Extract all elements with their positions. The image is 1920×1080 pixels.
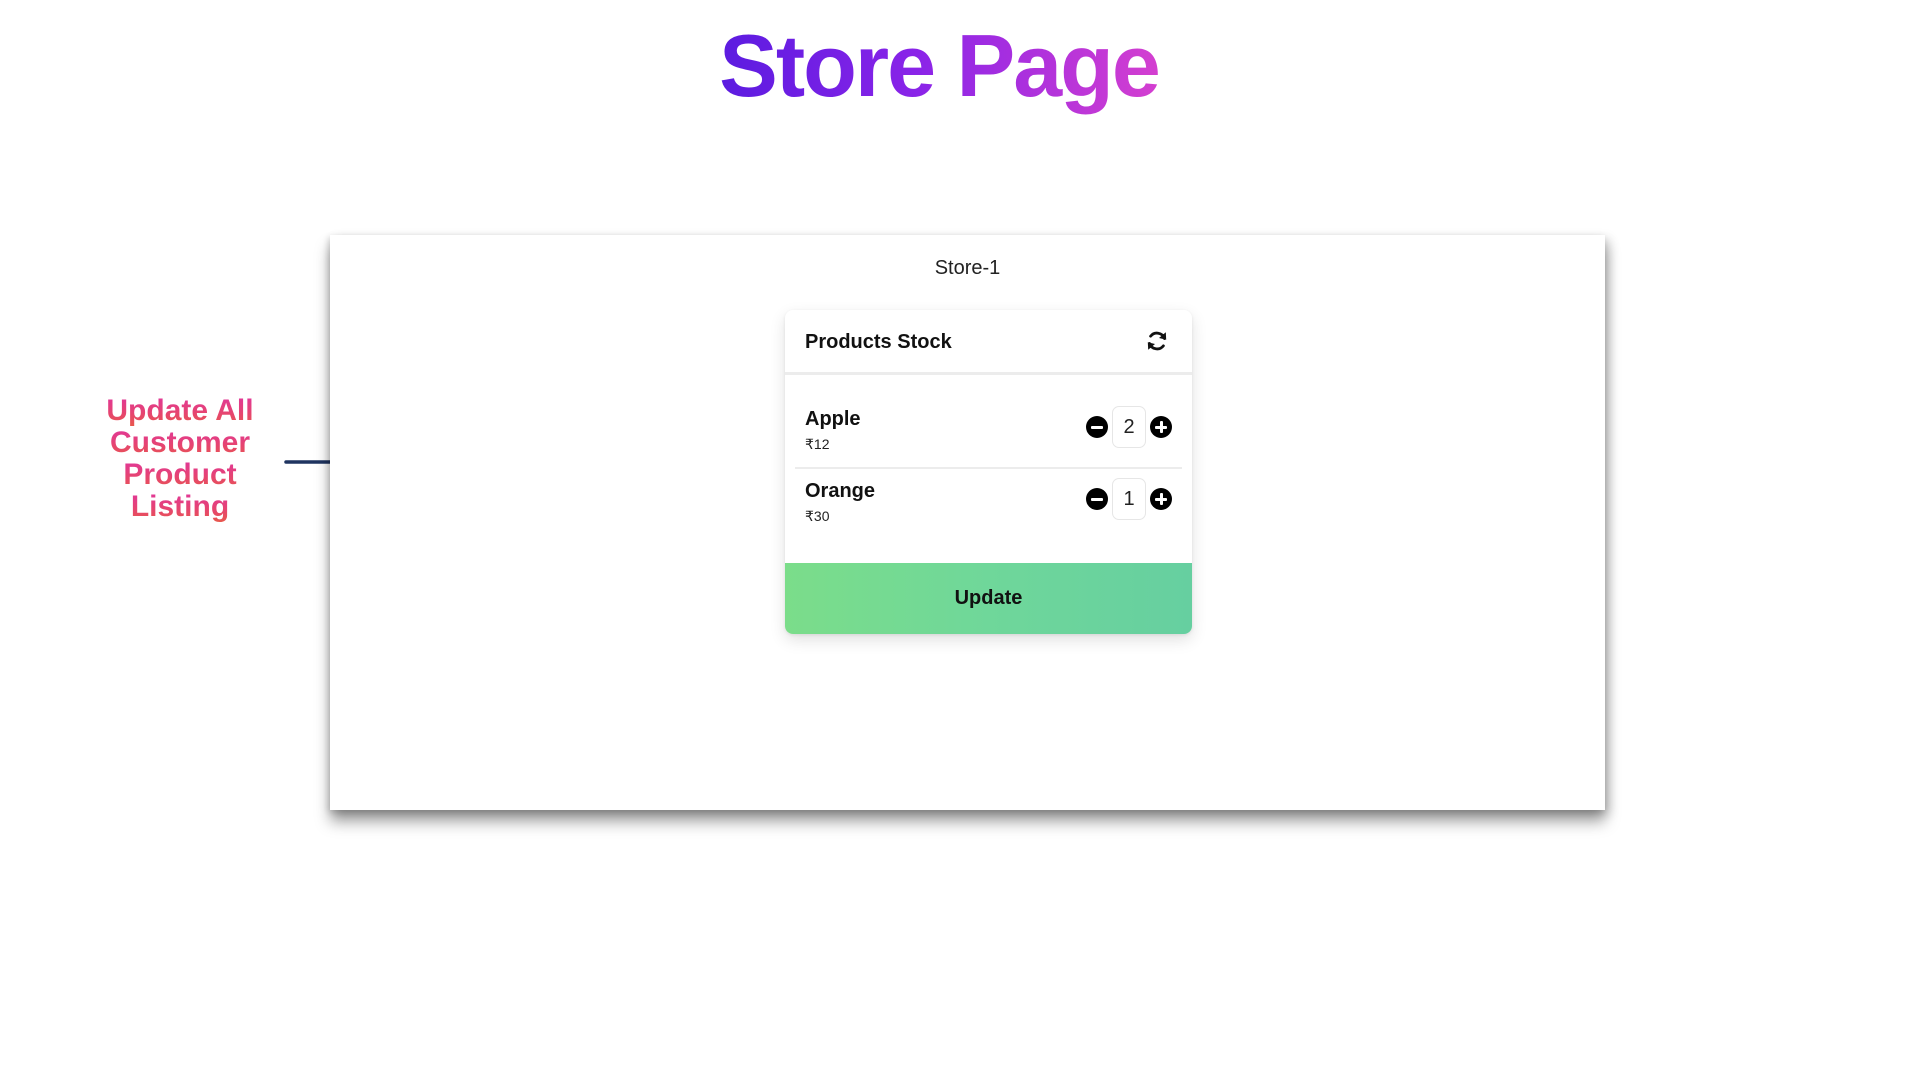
- decrement-button[interactable]: [1086, 488, 1108, 510]
- annotation-label: Update All Customer Product Listing: [106, 394, 254, 523]
- product-row-orange: Orange ₹30 1: [795, 467, 1182, 541]
- products-stock-card: Products Stock Apple ₹12 2 Orange ₹30 1 …: [785, 310, 1192, 634]
- slide-title-text: Store Page: [719, 16, 1161, 115]
- annotation-text: Update All Customer Product Listing: [80, 395, 280, 523]
- quantity-field[interactable]: 2: [1112, 406, 1146, 448]
- update-button[interactable]: Update: [785, 563, 1192, 634]
- product-row-apple: Apple ₹12 2: [795, 397, 1182, 467]
- card-title: Products Stock: [805, 331, 952, 353]
- product-name: Apple: [805, 408, 861, 430]
- card-header: Products Stock: [785, 310, 1192, 375]
- minus-icon: [1091, 425, 1103, 429]
- quantity-field[interactable]: 1: [1112, 478, 1146, 520]
- refresh-icon: [1147, 331, 1167, 351]
- quantity-stepper: 1: [1086, 477, 1172, 521]
- refresh-button[interactable]: [1142, 326, 1172, 356]
- product-price: ₹30: [805, 508, 830, 524]
- increment-button[interactable]: [1150, 488, 1172, 510]
- increment-button[interactable]: [1150, 416, 1172, 438]
- product-name: Orange: [805, 480, 876, 502]
- product-list: Apple ₹12 2 Orange ₹30 1: [785, 397, 1192, 541]
- slide-title: Store Page: [0, 18, 1878, 114]
- decrement-button[interactable]: [1086, 416, 1108, 438]
- quantity-stepper: 2: [1086, 405, 1172, 449]
- store-window: Store-1 Products Stock Apple ₹12 2 Orang…: [330, 235, 1605, 810]
- store-name: Store-1: [934, 257, 1001, 279]
- minus-icon: [1091, 497, 1103, 501]
- product-price: ₹12: [805, 436, 830, 452]
